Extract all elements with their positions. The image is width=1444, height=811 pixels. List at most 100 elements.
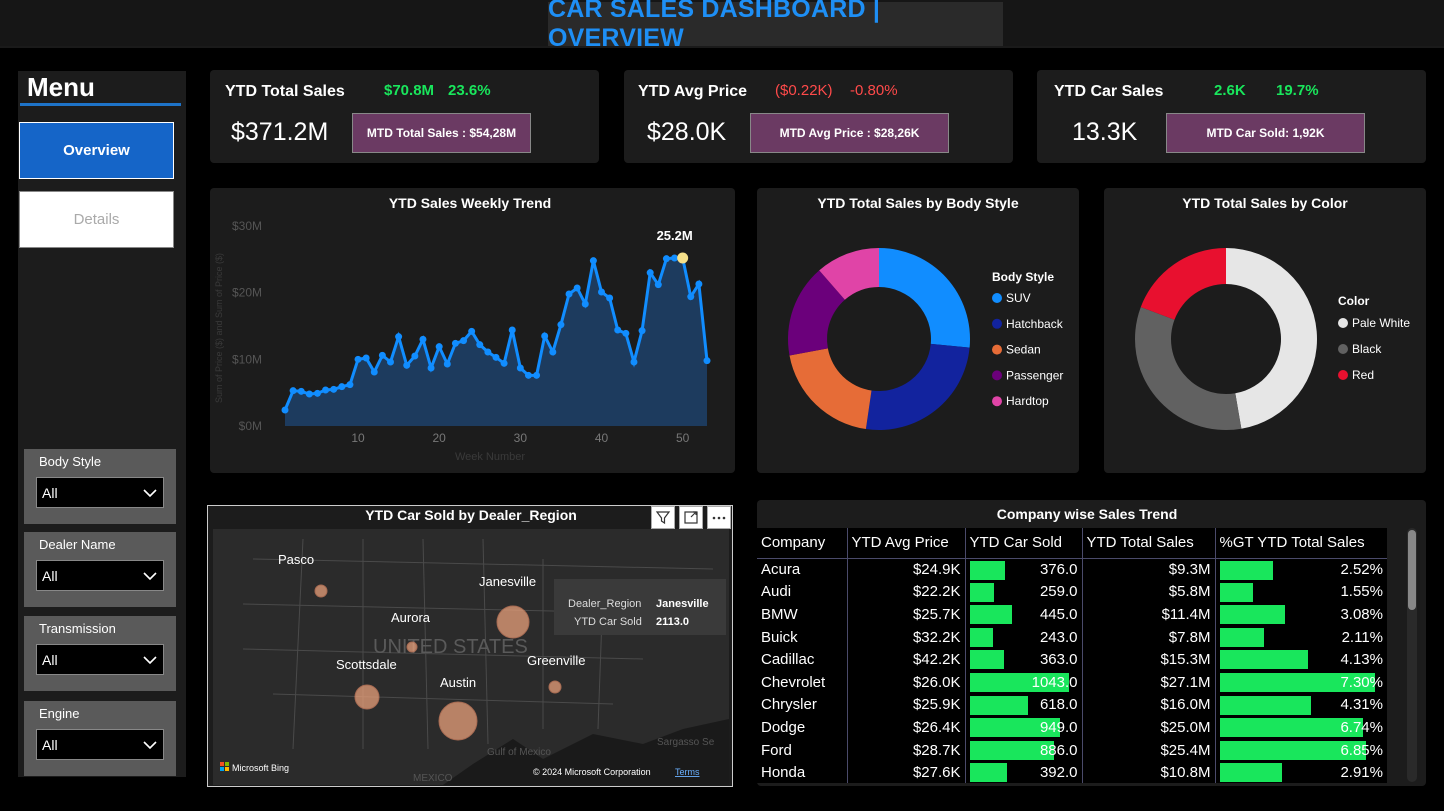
table-cell: $15.3M	[1082, 648, 1216, 671]
cell-value: 376.0	[1039, 561, 1078, 579]
overview-button[interactable]: Overview	[19, 122, 174, 179]
dashboard-title-box: CAR SALES DASHBOARD | OVERVIEW	[548, 0, 1003, 52]
scrollbar-thumb[interactable]	[1408, 530, 1416, 610]
data-bar	[1219, 605, 1286, 625]
table-row[interactable]: Dodge $26.4K 949.0 $25.0M 6.74%	[757, 716, 1387, 739]
table-cell: Chevrolet	[757, 670, 848, 694]
column-header[interactable]: YTD Avg Price	[847, 528, 966, 559]
cell-value: 4.31%	[1340, 696, 1383, 714]
dealer-region-map-panel: YTD Car Sold by Dealer_Region UNITED STA…	[207, 505, 733, 787]
table-row[interactable]: BMW $25.7K 445.0 $11.4M 3.08%	[757, 603, 1387, 626]
data-point	[492, 353, 500, 361]
legend-label: Sedan	[1006, 343, 1041, 357]
table-cell: Buick	[757, 625, 848, 649]
column-header[interactable]: Company	[757, 528, 848, 559]
table-row[interactable]: Chrysler $25.9K 618.0 $16.0M 4.31%	[757, 693, 1387, 717]
table-row[interactable]: Ford $28.7K 886.0 $25.4M 6.85%	[757, 738, 1387, 762]
data-point	[281, 406, 289, 414]
donut-slice	[789, 348, 872, 430]
table-row[interactable]: Chevrolet $26.0K 1043.0 $27.1M 7.30%	[757, 670, 1387, 694]
kpi-title: YTD Car Sales	[1054, 83, 1164, 100]
table-row[interactable]: Cadillac $42.2K 363.0 $15.3M 4.13%	[757, 648, 1387, 671]
legend-label: Red	[1352, 368, 1374, 382]
details-button[interactable]: Details	[19, 191, 174, 248]
legend-marker	[992, 344, 1002, 355]
data-point	[346, 381, 354, 389]
table-scrollbar[interactable]	[1407, 528, 1417, 782]
data-point	[305, 390, 313, 398]
map-copyright: © 2024 Microsoft Corporation	[533, 767, 651, 777]
transmission-dropdown[interactable]: All	[36, 644, 164, 675]
x-tick-label: 30	[514, 431, 528, 445]
table-cell: 1.55%	[1215, 581, 1387, 604]
data-point	[322, 386, 330, 394]
dashboard-title: CAR SALES DASHBOARD | OVERVIEW	[548, 0, 881, 52]
x-tick-label: 10	[351, 431, 365, 445]
legend-marker	[992, 370, 1002, 381]
table-cell: $26.0K	[847, 670, 966, 694]
map-canvas[interactable]: UNITED STATES Gulf of Mexico MEXICO Sarg…	[213, 529, 729, 785]
data-point	[395, 333, 403, 341]
data-point	[427, 364, 435, 372]
focus-mode-icon[interactable]	[679, 506, 703, 529]
table-row[interactable]: Audi $22.2K 259.0 $5.8M 1.55%	[757, 580, 1387, 604]
filter-icon[interactable]	[651, 506, 675, 529]
table-cell: $26.4K	[847, 716, 966, 739]
data-point	[313, 389, 321, 397]
table-cell: 2.11%	[1215, 626, 1387, 649]
map-bubble	[314, 584, 328, 598]
data-point	[662, 255, 670, 263]
table-cell: Dodge	[757, 716, 848, 739]
data-bar	[1219, 695, 1312, 715]
data-point	[289, 387, 297, 395]
table-cell: 6.85%	[1215, 739, 1387, 762]
x-axis-label: Week Number	[455, 451, 525, 463]
column-header[interactable]: YTD Car Sold	[965, 528, 1083, 559]
y-tick-label: $30M	[232, 219, 262, 233]
legend-label: Passenger	[1006, 368, 1063, 382]
table-cell: $11.4M	[1082, 603, 1216, 626]
table-cell: $27.6K	[847, 761, 966, 783]
region-label: Pasco	[278, 552, 314, 567]
table-row[interactable]: Honda $27.6K 392.0 $10.8M 2.91%	[757, 761, 1387, 783]
body-style-dropdown[interactable]: All	[36, 477, 164, 508]
tooltip-key: Dealer_Region	[568, 598, 641, 610]
dealer-name-dropdown[interactable]: All	[36, 560, 164, 591]
cell-value: 1043.0	[1031, 673, 1078, 691]
kpi-card-avg-price: YTD Avg Price ($0.22K) -0.80% $28.0K MTD…	[624, 70, 1013, 163]
body-style-donut: Body Style SUV Hatchback Sedan Passenger Har…	[788, 248, 1064, 430]
table-cell: 2.91%	[1215, 761, 1387, 783]
data-point	[638, 327, 646, 335]
table-row[interactable]: Acura $24.9K 376.0 $9.3M 2.52%	[757, 558, 1387, 581]
column-header[interactable]: %GT YTD Total Sales	[1215, 528, 1387, 559]
cell-value: 243.0	[1039, 628, 1078, 646]
trend-area	[285, 258, 707, 426]
data-point	[630, 358, 638, 366]
data-point	[435, 343, 443, 351]
y-tick-label: $0M	[239, 419, 262, 433]
menu-title: Menu	[27, 72, 95, 102]
data-point	[671, 254, 679, 262]
table-cell: 363.0	[965, 648, 1083, 671]
filter-label: Dealer Name	[39, 537, 116, 552]
data-point	[451, 339, 459, 347]
map-bubble	[496, 605, 530, 639]
column-header[interactable]: YTD Total Sales	[1082, 528, 1216, 559]
data-point	[297, 387, 305, 395]
data-point	[484, 348, 492, 356]
data-point	[419, 335, 427, 343]
data-point	[387, 358, 394, 366]
data-bar	[1219, 763, 1282, 783]
country-label: UNITED STATES	[373, 636, 528, 658]
region-label: Scottsdale	[336, 657, 397, 672]
more-options-icon[interactable]	[707, 506, 731, 529]
cell-value: 3.08%	[1340, 605, 1383, 623]
engine-dropdown[interactable]: All	[36, 729, 164, 760]
region-label: Janesville	[479, 574, 536, 589]
dropdown-value: All	[42, 652, 58, 668]
donut-slice	[865, 343, 970, 430]
tooltip-key: YTD Car Sold	[574, 616, 642, 628]
weekly-trend-panel: YTD Sales Weekly Trend Sum of Price ($) …	[210, 188, 735, 473]
terms-link[interactable]: Terms	[675, 767, 700, 777]
table-row[interactable]: Buick $32.2K 243.0 $7.8M 2.11%	[757, 625, 1387, 649]
